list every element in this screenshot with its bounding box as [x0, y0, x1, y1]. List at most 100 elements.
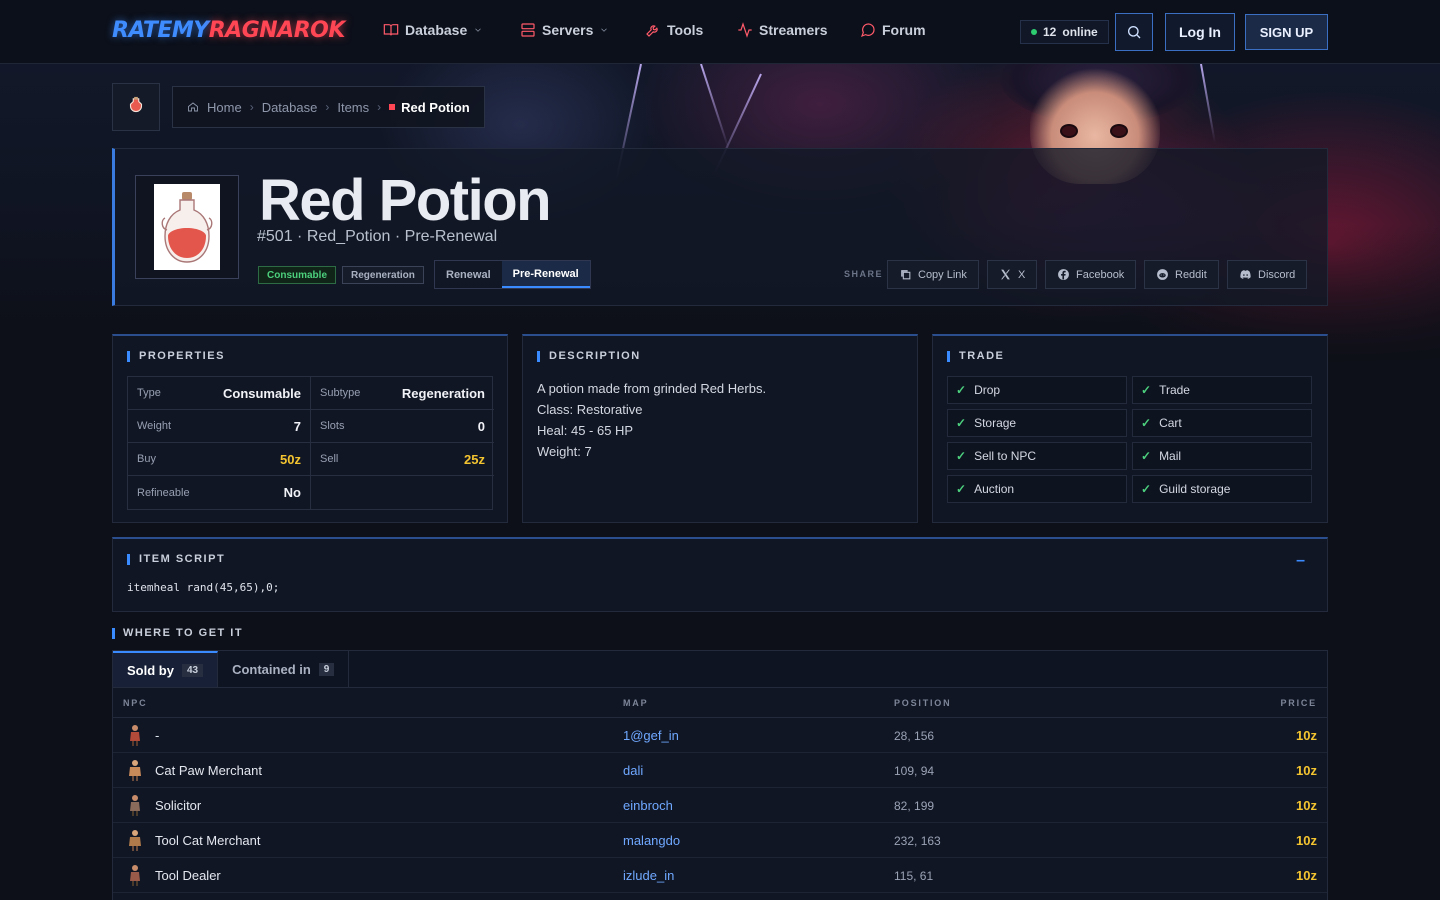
nav-label: Streamers [759, 22, 828, 38]
description-line: Class: Restorative [537, 402, 643, 417]
tab-sold-by[interactable]: Sold by 43 [113, 651, 219, 687]
npc-price: 10z [1296, 728, 1317, 743]
npc-sprite-icon [129, 830, 141, 851]
tab-count: 9 [318, 662, 335, 676]
item-subtitle: #501 · Red_Potion · Pre-Renewal [257, 228, 498, 245]
red-potion-icon [161, 192, 213, 263]
nav-label: Servers [542, 22, 594, 38]
nav-streamers[interactable]: Streamers [737, 22, 828, 38]
item-image [135, 175, 239, 279]
npc-name: Tool Dealer [155, 868, 221, 883]
version-pre-renewal-button[interactable]: Pre-Renewal [501, 261, 590, 288]
version-toggle: Renewal Pre-Renewal [434, 260, 591, 289]
check-icon: ✓ [1141, 449, 1152, 463]
where-to-get-title: WHERE TO GET IT [112, 628, 243, 639]
breadcrumb-home[interactable]: Home [207, 100, 242, 115]
npc-sprite-icon [130, 725, 140, 746]
check-icon: ✓ [1141, 416, 1152, 430]
chevron-down-icon [475, 28, 482, 32]
npc-position: 109, 94 [894, 764, 935, 778]
share-reddit-button[interactable]: Reddit [1144, 260, 1219, 289]
properties-grid: Type Consumable Subtype Regeneration Weigh… [127, 376, 494, 510]
table-row[interactable]: Cat Paw Merchant dali 109, 94 10z [113, 753, 1327, 788]
property-type: Type Consumable [128, 377, 311, 410]
property-weight: Weight 7 [128, 410, 311, 443]
breadcrumb-separator: › [377, 100, 382, 114]
online-users-badge: 12 online [1020, 20, 1109, 44]
version-renewal-button[interactable]: Renewal [435, 261, 502, 288]
site-logo[interactable]: RATEMYRAGNAROK [112, 18, 345, 43]
table-row[interactable]: - 1@gef_in 28, 156 10z [113, 718, 1327, 753]
column-price[interactable]: PRICE [1280, 698, 1317, 708]
description-line: A potion made from grinded Red Herbs. [537, 381, 767, 396]
npc-sprite-icon [130, 795, 140, 816]
share-x-button[interactable]: X [987, 260, 1038, 289]
chevron-down-icon [601, 28, 608, 32]
property-empty [311, 476, 494, 509]
map-link[interactable]: 1@gef_in [623, 728, 679, 743]
share-label: SHARE [844, 269, 884, 279]
property-slots: Slots 0 [311, 410, 494, 443]
npc-name: Solicitor [155, 798, 202, 813]
reddit-icon [1157, 269, 1168, 280]
item-category-icon [112, 83, 160, 131]
wrench-icon [646, 25, 658, 37]
signup-button[interactable]: SIGN UP [1245, 14, 1328, 50]
trade-panel: TRADE ✓ Drop ✓ Trade ✓ Storage ✓ Cart ✓ Sell … [932, 334, 1328, 523]
tab-contained-in[interactable]: Contained in 9 [218, 651, 350, 687]
check-icon: ✓ [1141, 482, 1152, 496]
sold-by-table: NPC MAP POSITION PRICE - 1@gef_in 28, 15… [112, 688, 1328, 900]
description-line: Heal: 45 - 65 HP [537, 423, 634, 438]
login-button[interactable]: Log In [1165, 13, 1235, 51]
tag-consumable[interactable]: Consumable [258, 266, 337, 284]
map-link[interactable]: dali [623, 763, 643, 778]
collapse-button[interactable]: – [1296, 552, 1305, 570]
table-row[interactable]: Tool Cat Merchant malangdo 232, 163 10z [113, 823, 1327, 858]
table-row[interactable]: Solicitor einbroch 82, 199 10z [113, 788, 1327, 823]
breadcrumb-separator: › [249, 100, 254, 114]
table-header: NPC MAP POSITION PRICE [113, 688, 1327, 718]
breadcrumb-items[interactable]: Items [337, 100, 369, 115]
property-subtype: Subtype Regeneration [311, 377, 494, 410]
source-tabs: Sold by 43 Contained in 9 [112, 650, 1328, 688]
column-map[interactable]: MAP [623, 698, 648, 708]
map-link[interactable]: izlude_in [623, 868, 674, 883]
column-position[interactable]: POSITION [894, 698, 951, 708]
item-script-code: itemheal rand(45,65),0; [127, 581, 280, 594]
share-facebook-button[interactable]: Facebook [1045, 260, 1137, 289]
search-icon [1128, 26, 1141, 39]
column-npc[interactable]: NPC [123, 698, 147, 708]
property-refineable: Refineable No [128, 476, 311, 509]
nav-tools[interactable]: Tools [645, 22, 703, 38]
home-icon [188, 102, 198, 112]
description-text: A potion made from grinded Red Herbs. Cl… [537, 378, 766, 462]
search-button[interactable] [1115, 13, 1153, 51]
description-title: DESCRIPTION [537, 351, 641, 362]
trade-auction: ✓ Auction [947, 475, 1127, 503]
map-link[interactable]: malangdo [623, 833, 680, 848]
check-icon: ✓ [956, 449, 967, 463]
item-header-card: Red Potion #501 · Red_Potion · Pre-Renew… [112, 148, 1328, 306]
tag-regeneration[interactable]: Regeneration [342, 266, 424, 284]
online-count: 12 [1043, 25, 1057, 39]
top-navigation-bar: RATEMYRAGNAROK Database Servers Tools St… [0, 0, 1440, 64]
nav-label: Forum [882, 22, 926, 38]
item-title: Red Potion [259, 168, 552, 233]
npc-price: 10z [1296, 798, 1317, 813]
share-discord-button[interactable]: Discord [1227, 260, 1308, 289]
nav-database[interactable]: Database [383, 22, 483, 38]
copy-link-button[interactable]: Copy Link [887, 260, 979, 289]
chat-icon [860, 23, 875, 38]
tab-count: 43 [181, 663, 204, 677]
nav-servers[interactable]: Servers [520, 22, 609, 38]
check-icon: ✓ [956, 416, 967, 430]
table-row[interactable]: Tool Dealer izlude_in 115, 61 10z [113, 858, 1327, 893]
npc-name: Cat Paw Merchant [155, 763, 262, 778]
map-link[interactable]: einbroch [623, 798, 673, 813]
breadcrumb-current-label: Red Potion [401, 99, 470, 115]
breadcrumb-database[interactable]: Database [262, 100, 318, 115]
nav-forum[interactable]: Forum [860, 22, 926, 38]
online-dot-icon [1031, 29, 1037, 35]
npc-position: 115, 61 [894, 869, 934, 883]
trade-cart: ✓ Cart [1132, 409, 1312, 437]
